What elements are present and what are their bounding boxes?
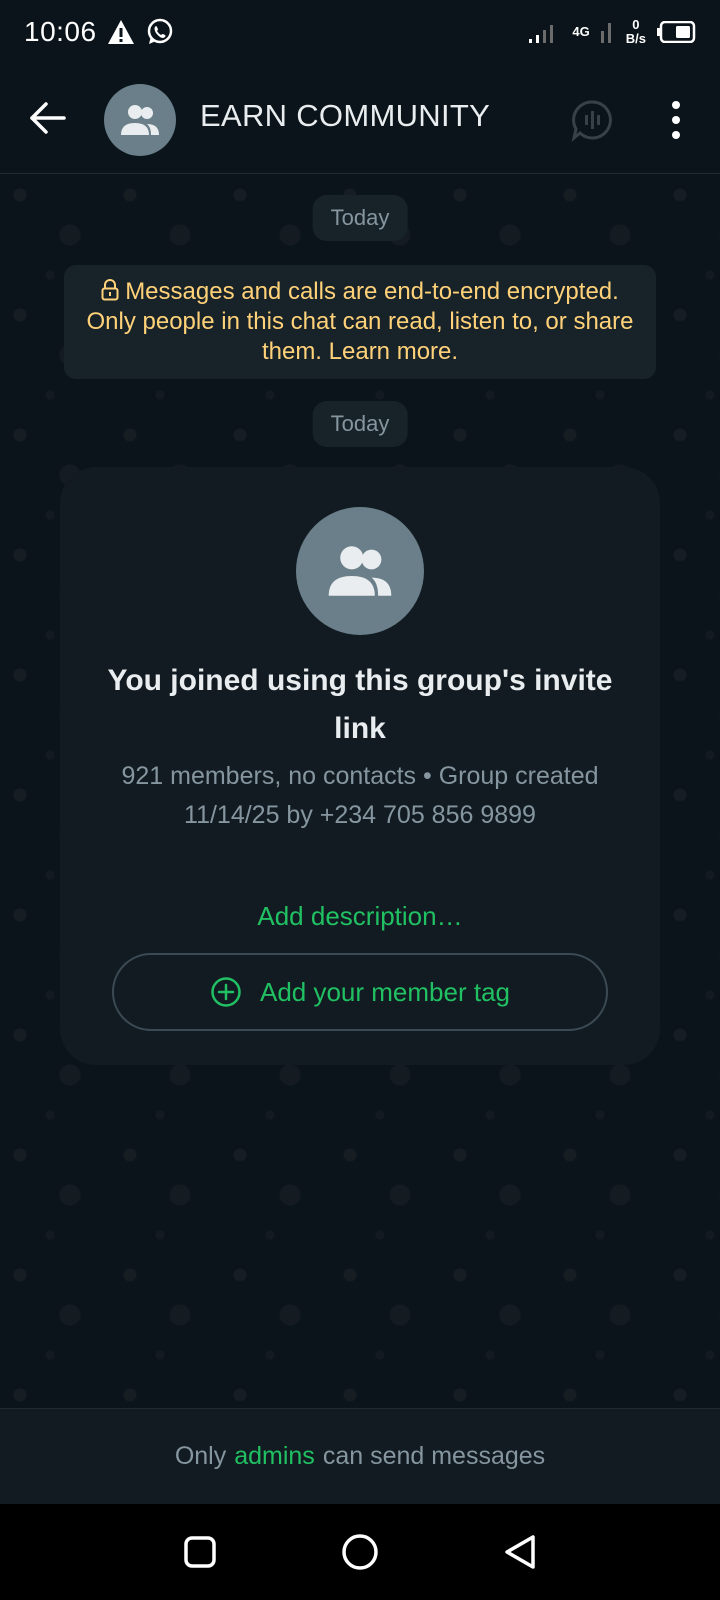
chat-title[interactable]: EARN COMMUNITY [200,98,490,134]
admins-link[interactable]: admins [234,1442,315,1471]
add-member-tag-button[interactable]: Add your member tag [112,953,608,1031]
recents-icon [184,1536,216,1568]
net-speed-value: 0 [632,17,640,32]
group-card-avatar[interactable] [296,507,424,635]
battery-icon [657,21,696,43]
system-navigation-bar [0,1504,720,1600]
footer-suffix: can send messages [322,1442,546,1470]
date-chip: Today [312,195,408,241]
net-speed: 0 B/s [626,18,646,46]
date-chip: Today [312,401,408,447]
status-bar: 10:06 4G 0 B/s [0,0,720,64]
group-avatar-icon [121,105,159,135]
voice-chat-icon[interactable] [570,98,614,142]
group-avatar[interactable] [104,84,176,156]
signal-icon-2 [600,23,611,43]
status-right: 4G 0 B/s [528,18,696,46]
add-description-link[interactable]: Add description… [60,901,660,932]
warning-icon [107,20,134,44]
whatsapp-icon [147,18,172,44]
member-tag-label: Add your member tag [259,976,510,1007]
network-type-label: 4G [572,25,589,39]
chat-area[interactable]: Today Messages and calls are end-to-end … [0,175,720,1408]
group-card-title: You joined using this group's invite lin… [107,664,613,745]
net-speed-unit: B/s [625,31,646,46]
status-time: 10:06 [24,16,97,47]
recents-button[interactable] [178,1530,222,1574]
encryption-text: Messages and calls are end-to-end encryp… [86,278,634,365]
status-left: 10:06 [24,16,175,48]
group-avatar-icon [328,546,392,596]
admins-only-footer: Only admins can send messages [0,1408,720,1504]
group-card-subtitle: 921 members, no contacts • Group created… [121,762,599,829]
chat-header: EARN COMMUNITY [0,64,720,174]
back-button[interactable] [498,1530,542,1574]
lock-icon [101,279,119,301]
network-type: 4G [572,24,590,39]
back-arrow-icon[interactable] [26,96,70,140]
encryption-notice[interactable]: Messages and calls are end-to-end encryp… [64,265,656,379]
more-options-icon[interactable] [658,98,694,142]
footer-prefix: Only [174,1442,227,1470]
group-info-card: You joined using this group's invite lin… [60,467,660,1065]
signal-icon [529,25,554,43]
home-icon [342,1534,378,1570]
back-triangle-icon [505,1535,535,1569]
add-circle-icon [211,977,241,1007]
home-button[interactable] [338,1530,382,1574]
